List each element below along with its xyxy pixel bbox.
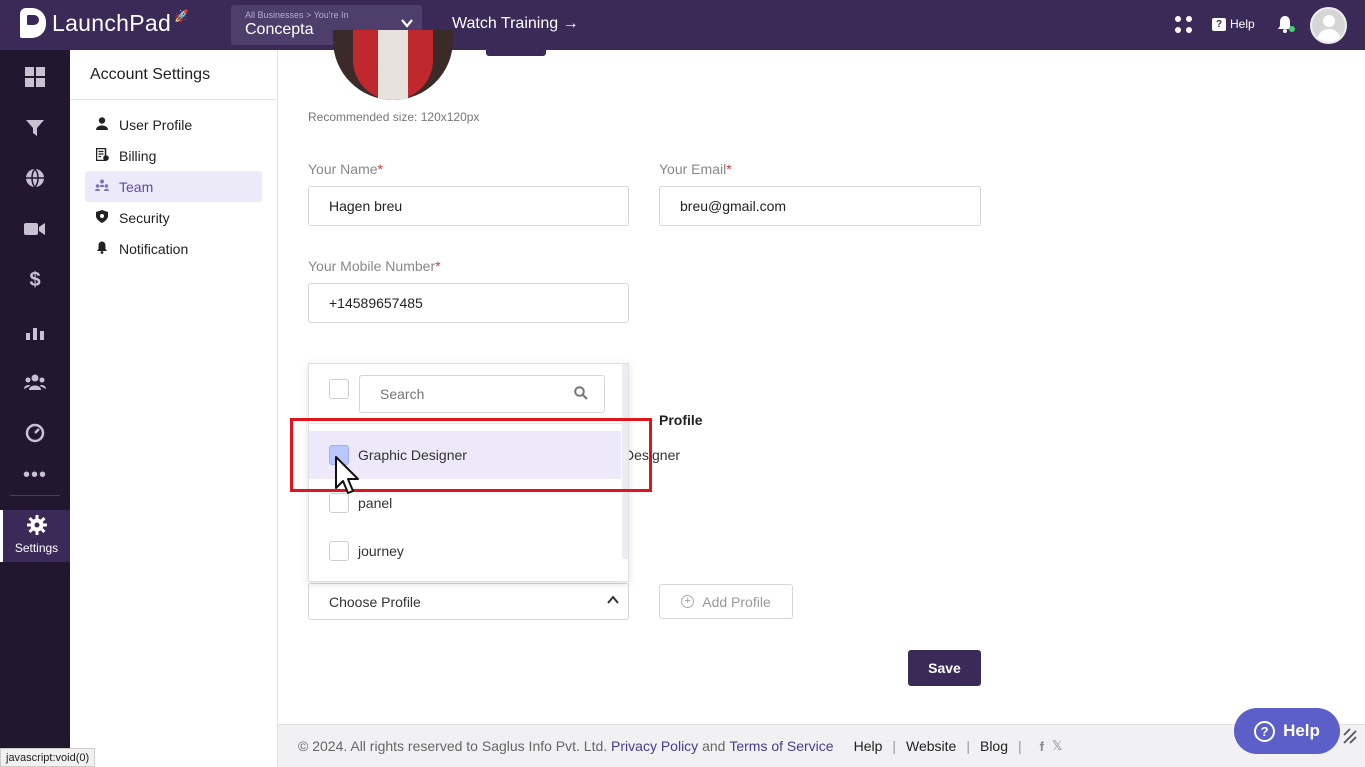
plus-circle-icon: + [681, 595, 695, 608]
sidebar-item-billing[interactable]: Billing [85, 140, 262, 171]
name-input[interactable]: Hagen breu [308, 186, 629, 226]
sidebar-item-label: Billing [119, 147, 157, 164]
option-checkbox[interactable] [329, 541, 349, 561]
choose-profile-select[interactable]: Choose Profile [308, 583, 629, 620]
rocket-icon: 🚀 [174, 9, 190, 23]
search-placeholder: Search [380, 386, 425, 402]
main-nav-rail: $ ••• Settings [0, 50, 70, 767]
analytics-icon[interactable] [0, 312, 70, 352]
logo-mark-icon [20, 8, 46, 38]
footer-separator: | [892, 738, 897, 754]
dropdown-header: Search [309, 364, 628, 424]
option-label: journey [358, 543, 404, 559]
dashboard-icon[interactable] [0, 57, 70, 97]
rail-divider [10, 495, 60, 496]
question-icon: ? [1254, 720, 1276, 742]
profile-photo [333, 30, 453, 100]
option-label: Graphic Designer [358, 447, 467, 463]
email-label: Your Email* [659, 161, 732, 177]
browser-status-bar: javascript:void(0) [0, 748, 96, 767]
footer-separator: | [1018, 738, 1022, 754]
team-icon [95, 179, 109, 194]
help-menu-button[interactable]: ? Help [1212, 17, 1255, 31]
top-bar: LaunchPad 🚀 All Businesses > You're In C… [0, 0, 1365, 50]
footer-blog-link[interactable]: Blog [980, 738, 1008, 754]
sidebar-item-security[interactable]: Security [85, 202, 262, 233]
sidebar-item-label: Team [119, 178, 154, 195]
name-label: Your Name* [308, 161, 383, 177]
privacy-policy-link[interactable]: Privacy Policy [611, 738, 698, 754]
sidebar-item-team[interactable]: Team [85, 171, 262, 202]
add-profile-button[interactable]: + Add Profile [659, 584, 793, 619]
sidebar-item-label: Security [119, 209, 170, 226]
mouse-cursor-icon [333, 455, 365, 497]
users-icon[interactable] [0, 362, 70, 402]
dropdown-option[interactable]: journey [309, 527, 621, 575]
email-input[interactable]: breu@gmail.com [659, 186, 981, 226]
search-icon [574, 386, 588, 400]
gauge-icon[interactable] [0, 413, 70, 453]
sidebar-item-label: Notification [119, 240, 189, 257]
copyright-text: © 2024. All rights reserved to Saglus In… [298, 738, 608, 754]
sidebar-item-label: User Profile [119, 116, 193, 133]
settings-nav-item[interactable]: Settings [0, 510, 70, 562]
user-icon [95, 116, 109, 133]
mobile-input[interactable]: +14589657485 [308, 283, 629, 323]
bell-icon [95, 241, 109, 257]
dropdown-search-input[interactable]: Search [359, 375, 605, 413]
business-breadcrumb: All Businesses > You're In [245, 10, 349, 20]
choose-profile-label: Choose Profile [329, 593, 421, 610]
online-status-dot [1289, 26, 1295, 32]
x-twitter-icon[interactable]: 𝕏 [1052, 738, 1062, 754]
video-icon[interactable] [0, 209, 70, 249]
billing-icon [95, 147, 109, 164]
watch-training-link[interactable]: Watch Training → [452, 15, 579, 33]
selected-profile-text: Designer [624, 447, 681, 463]
user-avatar[interactable] [1310, 7, 1347, 44]
funnel-icon[interactable] [0, 108, 70, 148]
select-all-checkbox[interactable] [329, 379, 349, 399]
dollar-icon[interactable]: $ [0, 260, 70, 300]
profile-heading: Profile [659, 412, 703, 428]
account-settings-sidebar: Account Settings User Profile Billing Te… [70, 50, 278, 767]
sidebar-item-notification[interactable]: Notification [85, 233, 262, 264]
collapse-icon[interactable] [1342, 725, 1360, 747]
chevron-up-icon [606, 593, 620, 610]
mobile-label: Your Mobile Number* [308, 258, 441, 274]
upload-photo-button[interactable] [486, 50, 546, 56]
footer-separator: | [966, 738, 970, 754]
globe-icon[interactable] [0, 158, 70, 198]
more-icon[interactable]: ••• [0, 455, 70, 495]
add-profile-label: Add Profile [702, 593, 771, 610]
footer-website-link[interactable]: Website [906, 738, 956, 754]
gear-icon [3, 515, 70, 541]
launchpad-logo[interactable]: LaunchPad 🚀 [20, 8, 189, 38]
help-label: Help [1230, 17, 1255, 31]
footer: © 2024. All rights reserved to Saglus In… [278, 724, 1365, 767]
shield-icon [95, 209, 109, 226]
facebook-icon[interactable]: f [1040, 739, 1044, 754]
help-chat-label: Help [1283, 721, 1320, 740]
option-label: panel [358, 495, 393, 511]
help-icon: ? [1212, 17, 1226, 31]
team-member-form: Recommended size: 120x120px Your Name* H… [278, 30, 1365, 724]
apps-grid-icon[interactable] [1175, 16, 1193, 34]
and-text: and [702, 738, 726, 754]
recommended-size-hint: Recommended size: 120x120px [308, 110, 480, 124]
dropdown-scrollbar[interactable] [622, 364, 628, 559]
terms-of-service-link[interactable]: Terms of Service [729, 738, 833, 754]
footer-help-link[interactable]: Help [854, 738, 883, 754]
help-chat-button[interactable]: ? Help [1234, 708, 1340, 754]
logo-text: LaunchPad [52, 9, 172, 36]
save-button[interactable]: Save [908, 650, 981, 686]
sidebar-item-user-profile[interactable]: User Profile [85, 109, 262, 140]
settings-label: Settings [14, 541, 59, 555]
account-settings-title: Account Settings [70, 50, 277, 100]
